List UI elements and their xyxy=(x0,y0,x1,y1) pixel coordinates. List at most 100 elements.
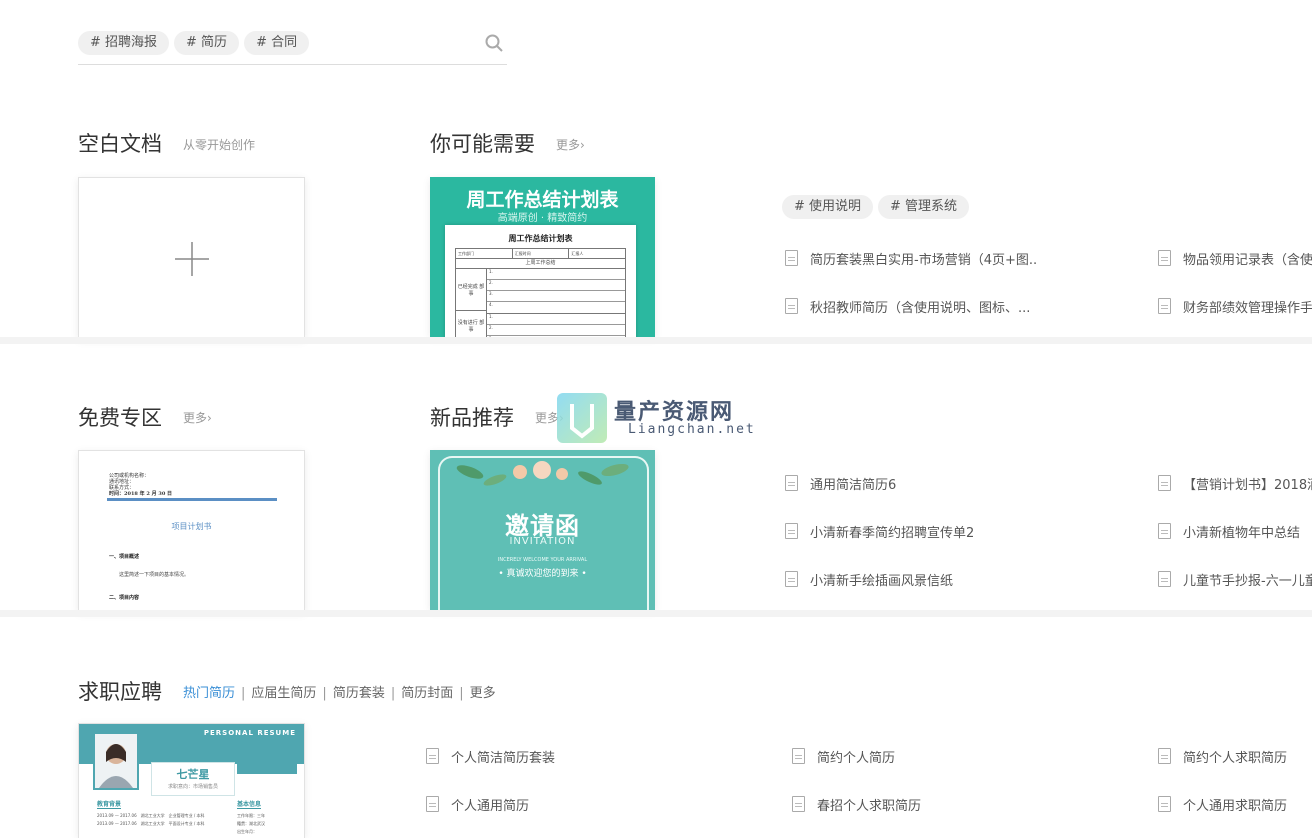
tab-separator: | xyxy=(322,686,327,701)
thumb-info-row: 籍贯：湖北武汉 xyxy=(237,821,265,826)
blank-doc-card[interactable] xyxy=(78,177,305,339)
thumb-resume-header: PERSONAL RESUME xyxy=(203,729,296,737)
file-link-label: 简约个人简历 xyxy=(817,751,896,766)
weekly-plan-thumbnail[interactable]: 周工作总结计划表 高端原创 · 精致简约 周工作总结计划表 工作部门 汇报时间 … xyxy=(430,177,655,337)
thumb-contact-bar xyxy=(237,764,297,774)
file-link-label: 财务部绩效管理操作手 xyxy=(1183,301,1312,316)
thumb-invite-cn: • 真诚欢迎您的到来 • xyxy=(498,569,587,579)
file-link[interactable]: 小清新春季简约招聘宣传单2 xyxy=(785,522,1115,541)
thumb-paragraph: 这里简述一下项目的基本情况。 xyxy=(119,572,190,578)
thumb-company-lines: 公司或机构名称： 通讯地址： 联系方式： 时间：2018 年 2 月 30 日 xyxy=(109,473,172,497)
job-tabs: 热门简历 | 应届生简历 | 简历套装 | 简历封面 | 更多 xyxy=(183,682,496,701)
tab-more[interactable]: 更多 xyxy=(470,686,496,701)
thumb-cell: 已经完成 部事 xyxy=(456,269,486,311)
thumb-doc-title: 项目计划书 xyxy=(171,522,212,531)
file-link-label: 【营销计划书】2018酒 xyxy=(1183,478,1312,493)
document-icon xyxy=(785,571,798,587)
file-link[interactable]: 个人通用求职简历 xyxy=(1158,795,1312,814)
thumb-intention: 求职意向：市场销售员 xyxy=(167,784,218,790)
file-link[interactable]: 简历套装黑白实用-市场营销（4页+图.. xyxy=(785,249,1115,268)
search-bar[interactable]: # 招聘海报 # 简历 # 合同 xyxy=(78,28,507,65)
may-need-tags: # 使用说明 # 管理系统 xyxy=(782,195,974,219)
file-link[interactable]: 简约个人求职简历 xyxy=(1158,747,1312,766)
file-link-label: 个人通用简历 xyxy=(451,799,530,814)
resume-thumbnail[interactable]: PERSONAL RESUME 七芒星 求职意向：市场销售员 教育背景 2013… xyxy=(78,723,305,838)
file-link[interactable]: 物品领用记录表（含使 xyxy=(1158,249,1312,268)
thumb-cell: 4. xyxy=(487,302,625,314)
file-link[interactable]: 财务部绩效管理操作手 xyxy=(1158,297,1312,316)
file-link[interactable]: 春招个人求职简历 xyxy=(792,795,1092,814)
thumb-title: 周工作总结计划表 xyxy=(466,189,619,211)
file-link-label: 春招个人求职简历 xyxy=(817,799,922,814)
thumb-cell: 1. xyxy=(487,269,625,280)
thumb-edu-rows: 2013.09 — 2017.06 湖北工业大学 企业管理专业 / 本科 201… xyxy=(97,812,205,828)
invitation-thumbnail[interactable]: 邀请函 INVITATION INCERELY WELCOME YOUR ARR… xyxy=(430,450,655,610)
document-icon xyxy=(792,796,805,812)
document-icon xyxy=(1158,475,1171,491)
section-divider xyxy=(0,610,1312,617)
search-tag-contract[interactable]: # 合同 xyxy=(244,31,310,55)
thumb-heading: 二、项目内容 xyxy=(109,595,140,601)
thumb-cell: 工作部门 xyxy=(456,249,513,258)
search-tags: # 招聘海报 # 简历 # 合同 xyxy=(78,31,314,55)
file-link[interactable]: 通用简洁简历6 xyxy=(785,474,1115,493)
file-link[interactable]: 简约个人简历 xyxy=(792,747,1092,766)
avatar xyxy=(93,732,139,790)
file-link-label: 小清新春季简约招聘宣传单2 xyxy=(810,526,975,541)
person-icon xyxy=(95,734,137,788)
document-icon xyxy=(785,523,798,539)
may-need-more-link[interactable]: 更多› xyxy=(556,136,585,153)
tag-management-system[interactable]: # 管理系统 xyxy=(878,195,970,219)
thumb-basic-rows: 工作年限：三年 籍贯：湖北武汉 出生年月： xyxy=(237,812,265,836)
search-tag-resume[interactable]: # 简历 xyxy=(174,31,240,55)
thumb-cell: 汇报时间 xyxy=(513,249,570,258)
tag-usage-guide[interactable]: # 使用说明 xyxy=(782,195,874,219)
thumb-heading: 一、项目概述 xyxy=(109,554,140,560)
thumb-rule xyxy=(107,498,277,501)
tab-separator: | xyxy=(459,686,464,701)
file-link-label: 秋招教师简历（含使用说明、图标、... xyxy=(810,301,1031,316)
file-link[interactable]: 个人通用简历 xyxy=(426,795,726,814)
tab-resume-set[interactable]: 简历套装 xyxy=(333,686,385,701)
file-link-label: 简历套装黑白实用-市场营销（4页+图.. xyxy=(810,253,1038,268)
free-zone-more-link[interactable]: 更多› xyxy=(183,409,212,426)
thumb-name-box: 七芒星 求职意向：市场销售员 xyxy=(151,762,235,796)
thumb-table: 工作部门 汇报时间 汇报人 上周工作总结 已经完成 部事 没有进行 部事 1. … xyxy=(455,248,626,337)
file-link[interactable]: 【营销计划书】2018酒 xyxy=(1158,474,1312,493)
project-plan-thumbnail[interactable]: 公司或机构名称： 通讯地址： 联系方式： 时间：2018 年 2 月 30 日 … xyxy=(78,450,305,612)
watermark-url: Liangchan.net xyxy=(628,422,756,437)
plus-icon xyxy=(175,242,209,276)
tab-graduate-resume[interactable]: 应届生简历 xyxy=(251,686,316,701)
file-link-label: 个人简洁简历套装 xyxy=(451,751,556,766)
file-link-label: 小清新手绘插画风景信纸 xyxy=(810,574,954,589)
search-icon[interactable] xyxy=(485,34,503,52)
section-divider xyxy=(0,337,1312,344)
thumb-info-row: 工作年限：三年 xyxy=(237,813,265,818)
thumb-invite-en: INVITATION xyxy=(509,536,576,547)
free-zone-title: 免费专区 xyxy=(78,406,162,430)
thumb-cell: 没有进行 部事 xyxy=(457,320,485,333)
file-link[interactable]: 儿童节手抄报-六一儿童 xyxy=(1158,570,1312,589)
thumb-edu-heading: 教育背景 xyxy=(97,801,122,809)
thumb-cell: 1. xyxy=(487,314,625,325)
thumb-basic-heading: 基本信息 xyxy=(237,801,262,809)
document-icon xyxy=(785,250,798,266)
thumb-cell: 上周工作总结 xyxy=(456,259,625,269)
file-link[interactable]: 秋招教师简历（含使用说明、图标、... xyxy=(785,297,1115,316)
thumb-date: 时间：2018 年 2 月 30 日 xyxy=(109,491,173,497)
thumb-cell: 汇报人 xyxy=(571,251,584,256)
tab-separator: | xyxy=(390,686,396,701)
tab-separator: | xyxy=(241,686,246,701)
file-link[interactable]: 小清新植物年中总结 xyxy=(1158,522,1312,541)
floral-garland-icon xyxy=(456,461,629,486)
file-link[interactable]: 个人简洁简历套装 xyxy=(426,747,726,766)
tab-hot-resume[interactable]: 热门简历 xyxy=(183,686,235,701)
thumb-cell: 2. xyxy=(487,280,625,291)
document-icon xyxy=(785,475,798,491)
document-icon xyxy=(1158,571,1171,587)
new-products-title: 新品推荐 xyxy=(430,406,514,430)
file-link-label: 简约个人求职简历 xyxy=(1183,751,1288,766)
search-tag-recruit-poster[interactable]: # 招聘海报 xyxy=(78,31,170,55)
tab-resume-cover[interactable]: 简历封面 xyxy=(401,686,453,701)
file-link[interactable]: 小清新手绘插画风景信纸 xyxy=(785,570,1115,589)
